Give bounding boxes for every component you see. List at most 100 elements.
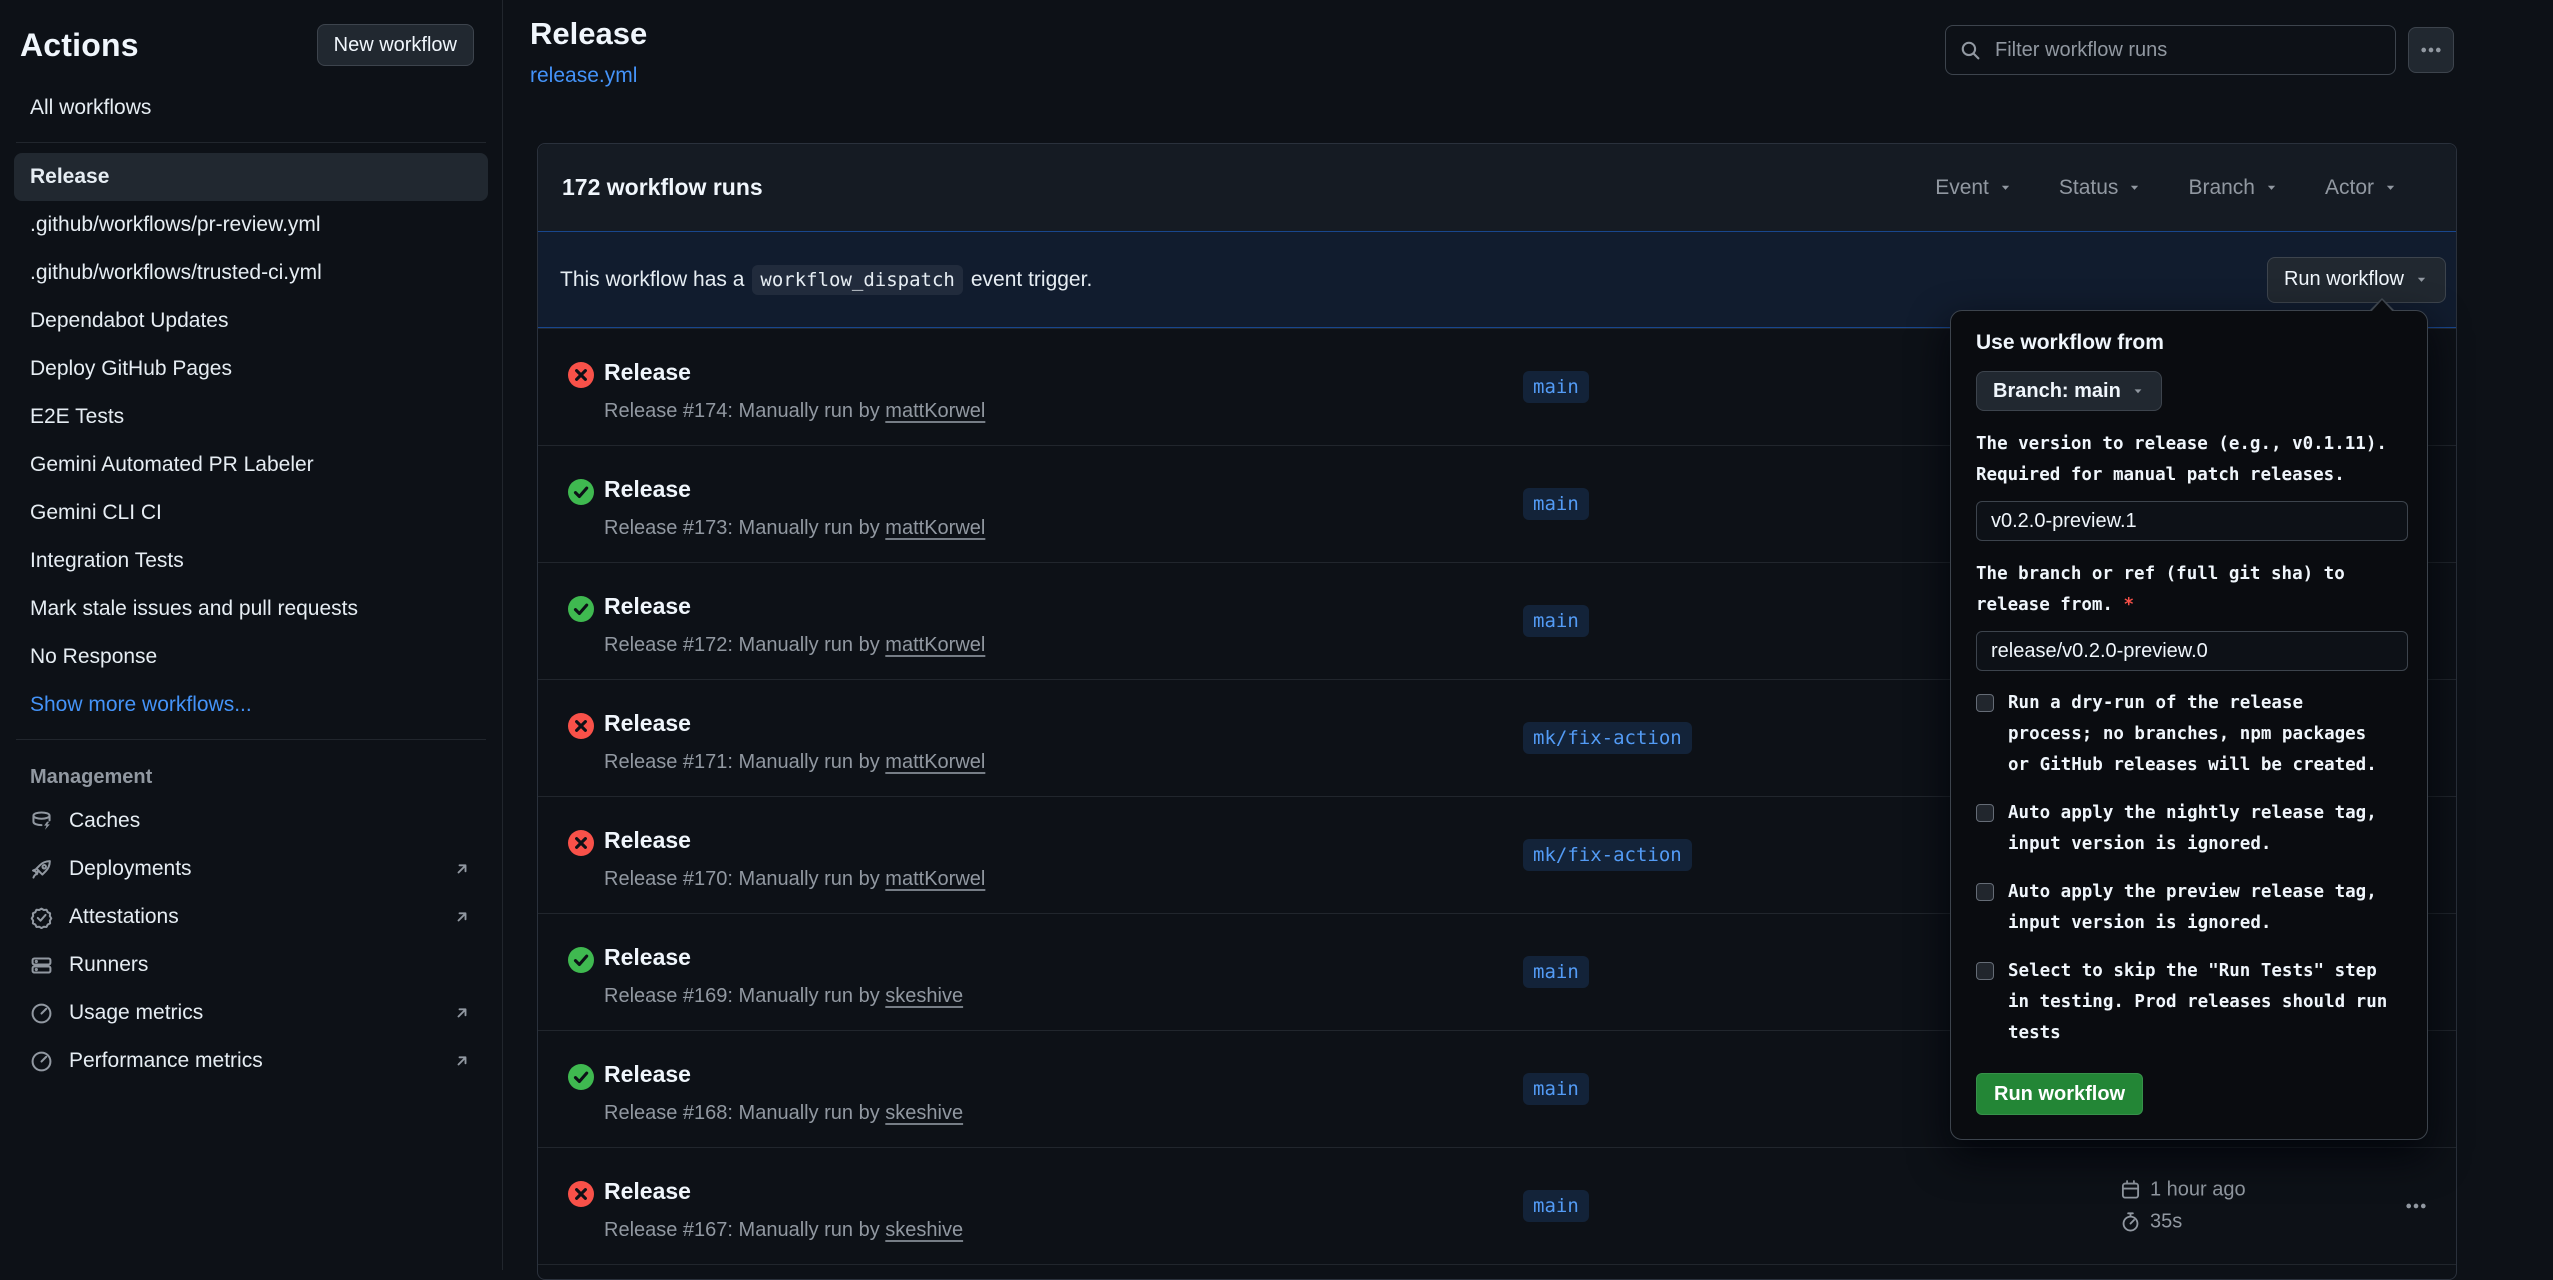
branch-badge[interactable]: mk/fix-action <box>1523 839 1692 871</box>
external-link-icon <box>452 907 472 927</box>
run-title-link[interactable]: Release <box>604 1061 691 1088</box>
branch-badge[interactable]: mk/fix-action <box>1523 722 1692 754</box>
sidebar-item-all-workflows[interactable]: All workflows <box>14 84 488 132</box>
chevron-down-icon <box>2127 180 2142 195</box>
sidebar-item-usage-metrics[interactable]: Usage metrics <box>14 989 488 1037</box>
success-icon <box>568 947 594 973</box>
sidebar-item-e2e-tests[interactable]: E2E Tests <box>14 393 488 441</box>
actor-link[interactable]: skeshive <box>885 1102 963 1124</box>
run-row-167: Release Release #167: Manually run by sk… <box>538 1147 2456 1264</box>
show-more-workflows-link[interactable]: Show more workflows... <box>14 681 488 729</box>
branch-badge[interactable]: main <box>1523 1190 1589 1222</box>
actor-link[interactable]: mattKorwel <box>885 751 985 773</box>
run-options-kebab[interactable] <box>2396 1186 2436 1226</box>
sidebar-item-no-response[interactable]: No Response <box>14 633 488 681</box>
management-divider <box>16 739 486 740</box>
search-input[interactable] <box>1993 38 2381 63</box>
dry-run-checkbox-row: Run a dry-run of the release process; no… <box>1976 688 2408 781</box>
runs-filters: Event Status Branch Actor <box>1935 176 2432 200</box>
branch-badge[interactable]: main <box>1523 1073 1589 1105</box>
sidebar-divider <box>16 142 486 143</box>
meter-icon <box>30 1002 53 1025</box>
sidebar-item-performance-metrics[interactable]: Performance metrics <box>14 1037 488 1085</box>
branch-badge[interactable]: main <box>1523 371 1589 403</box>
sidebar-item-dependabot-updates[interactable]: Dependabot Updates <box>14 297 488 345</box>
run-workflow-dropdown-button[interactable]: Run workflow <box>2267 257 2446 303</box>
chevron-down-icon <box>2131 384 2145 398</box>
filter-actor[interactable]: Actor <box>2325 176 2398 200</box>
page-header: Release release.yml <box>530 16 647 88</box>
workflow-options-kebab-button[interactable] <box>2408 27 2454 73</box>
run-title-link[interactable]: Release <box>604 593 691 620</box>
actor-link[interactable]: mattKorwel <box>885 634 985 656</box>
sidebar-item-runners[interactable]: Runners <box>14 941 488 989</box>
sidebar-item-release[interactable]: Release <box>14 153 488 201</box>
sidebar-item-deployments[interactable]: Deployments <box>14 845 488 893</box>
calendar-icon <box>2120 1180 2141 1201</box>
preview-tag-checkbox[interactable] <box>1976 883 1994 901</box>
sidebar-item-gemini-cli-ci[interactable]: Gemini CLI CI <box>14 489 488 537</box>
preview-tag-checkbox-label[interactable]: Auto apply the preview release tag, inpu… <box>2008 877 2390 939</box>
stopwatch-icon <box>2120 1212 2141 1233</box>
runs-count: 172 workflow runs <box>562 174 763 201</box>
version-input[interactable] <box>1976 501 2408 541</box>
success-icon <box>568 479 594 505</box>
branch-selector-button[interactable]: Branch: main <box>1976 371 2162 411</box>
actor-link[interactable]: mattKorwel <box>885 868 985 890</box>
filter-workflow-runs-search[interactable] <box>1945 25 2396 75</box>
actor-link[interactable]: skeshive <box>885 1219 963 1241</box>
branch-badge[interactable]: main <box>1523 605 1589 637</box>
sidebar-item-trusted-ci[interactable]: .github/workflows/trusted-ci.yml <box>14 249 488 297</box>
run-time: 1 hour ago <box>2150 1179 2246 1202</box>
filter-status[interactable]: Status <box>2059 176 2143 200</box>
sidebar-item-caches[interactable]: Caches <box>14 797 488 845</box>
management-section-title: Management <box>30 766 472 789</box>
required-asterisk: * <box>2124 595 2135 615</box>
management-item-label: Runners <box>69 953 148 977</box>
run-description: Release #169: Manually run by skeshive <box>604 985 963 1008</box>
run-title-link[interactable]: Release <box>604 944 691 971</box>
run-title-link[interactable]: Release <box>604 710 691 737</box>
actor-link[interactable]: skeshive <box>885 985 963 1007</box>
dry-run-checkbox-label[interactable]: Run a dry-run of the release process; no… <box>2008 688 2390 781</box>
skip-tests-checkbox[interactable] <box>1976 962 1994 980</box>
version-field-label: The version to release (e.g., v0.1.11). … <box>1976 429 2408 491</box>
workflow-file-link[interactable]: release.yml <box>530 64 647 88</box>
run-description: Release #170: Manually run by mattKorwel <box>604 868 985 891</box>
ref-input[interactable] <box>1976 631 2408 671</box>
external-link-icon <box>452 1051 472 1071</box>
dry-run-checkbox[interactable] <box>1976 694 1994 712</box>
run-title-link[interactable]: Release <box>604 827 691 854</box>
actor-link[interactable]: mattKorwel <box>885 517 985 539</box>
filter-event[interactable]: Event <box>1935 176 2013 200</box>
filter-branch[interactable]: Branch <box>2188 176 2279 200</box>
ref-field-label: The branch or ref (full git sha) to rele… <box>1976 559 2408 621</box>
chevron-down-icon <box>1998 180 2013 195</box>
branch-badge[interactable]: main <box>1523 488 1589 520</box>
branch-badge[interactable]: main <box>1523 956 1589 988</box>
run-workflow-submit-button[interactable]: Run workflow <box>1976 1073 2143 1115</box>
new-workflow-button[interactable]: New workflow <box>317 24 474 66</box>
server-icon <box>30 954 53 977</box>
sidebar-item-mark-stale[interactable]: Mark stale issues and pull requests <box>14 585 488 633</box>
run-title-link[interactable]: Release <box>604 476 691 503</box>
run-title-link[interactable]: Release <box>604 359 691 386</box>
next-run-row-partial <box>538 1264 2456 1279</box>
nightly-tag-checkbox[interactable] <box>1976 804 1994 822</box>
sidebar-item-pr-review[interactable]: .github/workflows/pr-review.yml <box>14 201 488 249</box>
run-title-link[interactable]: Release <box>604 1178 691 1205</box>
success-icon <box>568 596 594 622</box>
sidebar-item-integration-tests[interactable]: Integration Tests <box>14 537 488 585</box>
skip-tests-checkbox-label[interactable]: Select to skip the "Run Tests" step in t… <box>2008 956 2390 1049</box>
external-link-icon <box>452 859 472 879</box>
sidebar-item-attestations[interactable]: Attestations <box>14 893 488 941</box>
management-item-label: Usage metrics <box>69 1001 203 1025</box>
sidebar-item-gemini-pr-labeler[interactable]: Gemini Automated PR Labeler <box>14 441 488 489</box>
run-workflow-popover: Use workflow from Branch: main The versi… <box>1950 310 2428 1140</box>
actor-link[interactable]: mattKorwel <box>885 400 985 422</box>
kebab-horizontal-icon <box>2420 39 2442 61</box>
nightly-tag-checkbox-label[interactable]: Auto apply the nightly release tag, inpu… <box>2008 798 2390 860</box>
sidebar-item-deploy-github-pages[interactable]: Deploy GitHub Pages <box>14 345 488 393</box>
failure-icon <box>568 830 594 856</box>
chevron-down-icon <box>2264 180 2279 195</box>
